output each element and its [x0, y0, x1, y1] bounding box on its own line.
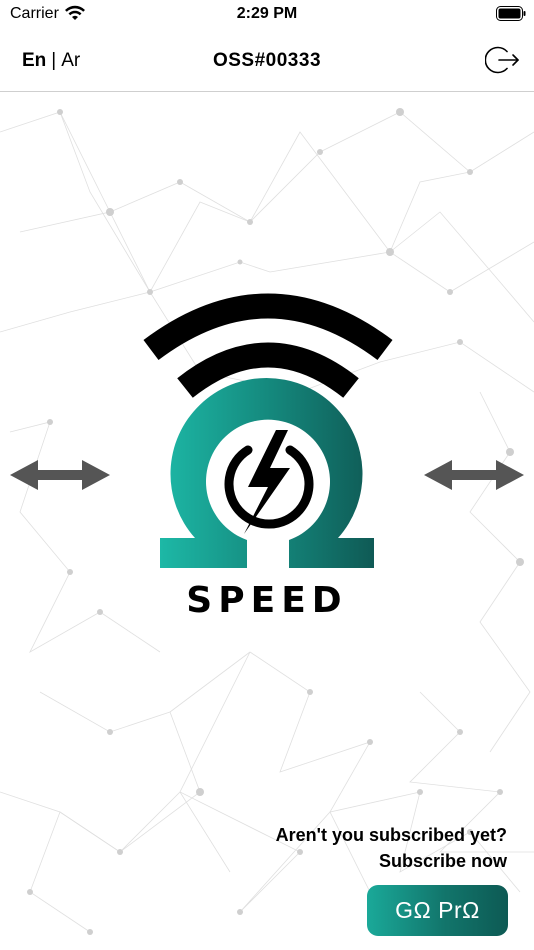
left-right-arrow-icon-right[interactable] [424, 458, 524, 492]
nav-bar: En | Ar OSS#00333 [0, 30, 534, 92]
speed-logo: SPEED [143, 293, 393, 621]
page-title: OSS#00333 [212, 50, 322, 71]
left-right-arrow-icon[interactable] [10, 458, 110, 492]
logout-icon[interactable] [485, 43, 521, 77]
status-bar: Carrier 2:29 PM [0, 0, 534, 30]
status-time: 2:29 PM [236, 5, 298, 22]
subscribe-question: Aren't you subscribed yet? [275, 825, 507, 845]
subscribe-now-label[interactable]: Subscribe now [379, 851, 507, 872]
battery-icon [496, 6, 526, 21]
go-pro-button[interactable]: GΩ PrΩ [367, 885, 508, 936]
logo-text: SPEED [186, 580, 347, 621]
